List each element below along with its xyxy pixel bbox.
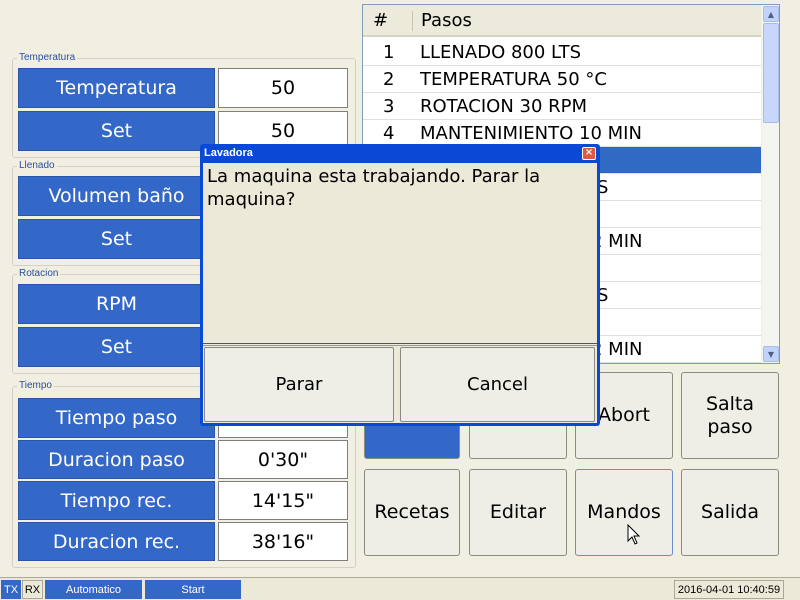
table-row[interactable]: 1 LLENADO 800 LTS [363, 39, 761, 66]
row-number: 1 [383, 42, 395, 63]
row-text: LLENADO 800 LTS [420, 42, 582, 63]
row-number: 3 [383, 96, 395, 117]
scroll-down-icon[interactable]: ▼ [763, 346, 779, 362]
tiempo-rec-label: Tiempo rec. [18, 481, 215, 520]
tx-indicator: TX [1, 580, 21, 599]
table-scrollbar[interactable]: ▲ ▼ [761, 5, 779, 363]
table-row[interactable]: 2 TEMPERATURA 50 °C [363, 66, 761, 93]
start-indicator: Start [145, 580, 241, 599]
editar-button[interactable]: Editar [469, 469, 567, 556]
datetime-display: 2016-04-01 10:40:59 [674, 580, 784, 599]
temperatura-value: 50 [218, 68, 348, 108]
table-header: # Pasos [363, 5, 761, 37]
group-title-tiempo: Tiempo [17, 380, 54, 391]
volumen-bano-label: Volumen baño [18, 176, 215, 216]
salida-button[interactable]: Salida [681, 469, 779, 556]
mode-indicator: Automatico [45, 580, 142, 599]
table-row[interactable]: 3 ROTACION 30 RPM [363, 93, 761, 120]
mandos-button[interactable]: Mandos [575, 469, 673, 556]
dialog-message: La maquina esta trabajando. Parar la maq… [207, 166, 541, 210]
salta-paso-line1: Salta [705, 392, 755, 415]
scroll-thumb[interactable] [763, 23, 779, 123]
row-number: 4 [383, 123, 395, 144]
dialog-separator [203, 343, 597, 346]
scroll-up-icon[interactable]: ▲ [763, 6, 779, 22]
group-title-rotacion: Rotacion [17, 268, 61, 279]
rotacion-set-label: Set [18, 327, 215, 367]
row-text: TEMPERATURA 50 °C [420, 69, 607, 90]
header-number[interactable]: # [373, 10, 388, 31]
row-text: MANTENIMIENTO 10 MIN [420, 123, 642, 144]
close-icon[interactable]: × [582, 147, 596, 160]
duracion-rec-label: Duracion rec. [18, 522, 215, 561]
tiempo-paso-label: Tiempo paso [18, 398, 215, 438]
cancel-button[interactable]: Cancel [400, 347, 595, 422]
salta-paso-line2: paso [707, 415, 753, 438]
llenado-set-label: Set [18, 219, 215, 259]
duracion-paso-value: 0'30" [218, 440, 348, 479]
header-divider [412, 11, 413, 31]
status-bar: TX RX Automatico Start 2016-04-01 10:40:… [0, 577, 800, 600]
group-title-llenado: Llenado [17, 160, 57, 171]
dialog-title: Lavadora [204, 147, 253, 159]
header-pasos[interactable]: Pasos [421, 10, 472, 31]
rpm-label: RPM [18, 284, 215, 324]
duracion-rec-value: 38'16" [218, 522, 348, 561]
table-row[interactable]: 4 MANTENIMIENTO 10 MIN [363, 120, 761, 147]
row-text: ROTACION 30 RPM [420, 96, 588, 117]
recetas-button[interactable]: Recetas [364, 469, 460, 556]
salta-paso-button[interactable]: Salta paso [681, 372, 779, 459]
temperatura-set-label: Set [18, 111, 215, 151]
duracion-paso-label: Duracion paso [18, 440, 215, 479]
parar-button[interactable]: Parar [204, 347, 394, 422]
mouse-cursor-icon [627, 524, 641, 545]
group-title-temperatura: Temperatura [17, 52, 78, 63]
rx-indicator: RX [22, 580, 43, 599]
tiempo-rec-value: 14'15" [218, 481, 348, 520]
stop-machine-dialog: Lavadora × La maquina esta trabajando. P… [200, 144, 600, 426]
row-number: 2 [383, 69, 395, 90]
dialog-body: La maquina esta trabajando. Parar la maq… [203, 163, 597, 423]
temperatura-label: Temperatura [18, 68, 215, 108]
